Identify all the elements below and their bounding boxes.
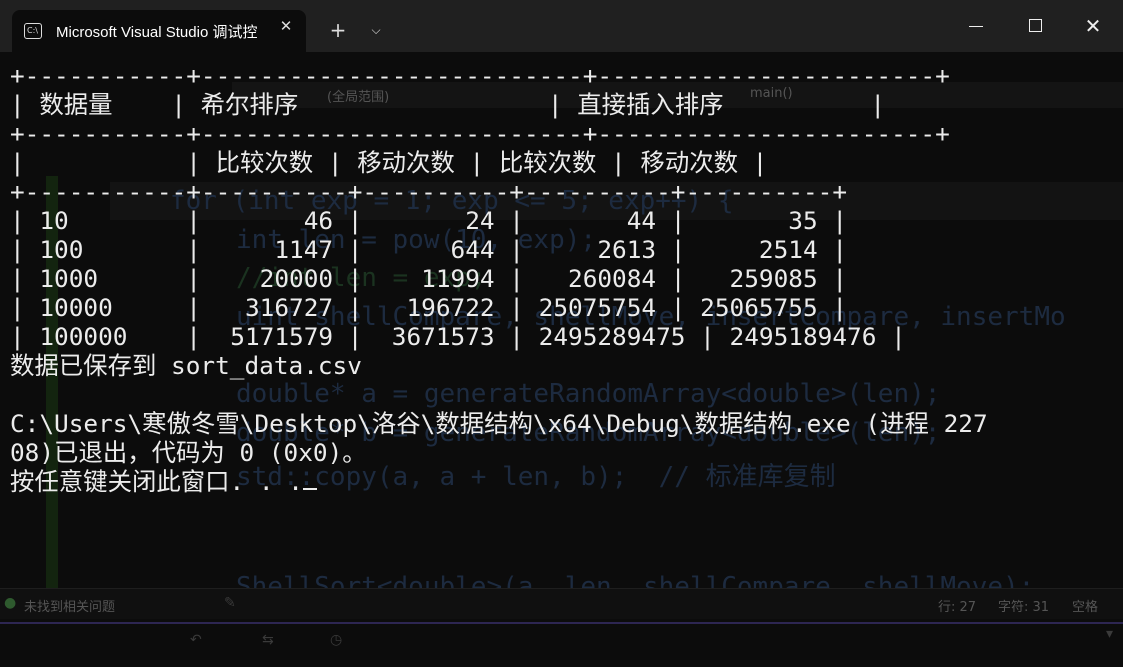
console-line: | | 比较次数 | 移动次数 | 比较次数 | 移动次数 | <box>10 148 768 177</box>
ide-status-bar: ● 未找到相关问题 ✎ 行: 27 字符: 31 空格 <box>0 588 1123 619</box>
close-window-button[interactable]: ✕ <box>1079 12 1107 40</box>
console-line: +-----------+--------------------------+… <box>10 61 950 90</box>
check-icon: ● <box>4 595 17 611</box>
brush-icon: ✎ <box>224 595 236 611</box>
line-status: 行: 27 <box>938 600 977 615</box>
console-line: | 10 | 46 | 24 | 44 | 35 | <box>10 206 848 235</box>
chevron-down-icon: ▾ <box>1106 626 1114 642</box>
clock-icon: ◷ <box>330 632 343 648</box>
console-line: 数据已保存到 sort_data.csv <box>10 351 362 380</box>
console-line: 按任意键关闭此窗口. . . <box>10 467 303 496</box>
text-cursor <box>302 468 317 490</box>
console-line: +-----------+----------+----------+-----… <box>10 177 848 206</box>
terminal-icon: C:\ <box>24 23 42 39</box>
char-status: 字符: 31 <box>998 600 1050 615</box>
maximize-button[interactable] <box>1021 12 1049 40</box>
console-line: +-----------+--------------------------+… <box>10 119 950 148</box>
new-tab-button[interactable]: + <box>328 20 348 40</box>
console-output[interactable]: +-----------+--------------------------+… <box>10 61 988 496</box>
console-line: | 数据量 | 希尔排序 | 直接插入排序 | <box>10 90 886 119</box>
wrap-icon: ⇆ <box>262 632 274 648</box>
issues-status: 未找到相关问题 <box>24 600 116 615</box>
console-line: C:\Users\寒傲冬雪\Desktop\洛谷\数据结构\x64\Debug\… <box>10 409 988 438</box>
ide-toolbar-ghost: ↶ ⇆ ◷ ▾ <box>0 624 1123 667</box>
console-line: 08)已退出，代码为 0 (0x0)。 <box>10 438 367 467</box>
console-line: | 10000 | 316727 | 196722 | 25075754 | 2… <box>10 293 848 322</box>
console-line: | 1000 | 20000 | 11994 | 260084 | 259085… <box>10 264 848 293</box>
tab-dropdown-icon[interactable]: ⌵ <box>366 20 386 40</box>
console-line: | 100 | 1147 | 644 | 2613 | 2514 | <box>10 235 848 264</box>
terminal-tab[interactable]: C:\ Microsoft Visual Studio 调试控 ✕ <box>12 10 306 52</box>
minimize-button[interactable] <box>962 12 990 40</box>
tab-close-icon[interactable]: ✕ <box>278 18 294 34</box>
console-line: | 100000 | 5171579 | 3671573 | 249528947… <box>10 322 906 351</box>
space-status: 空格 <box>1072 600 1099 615</box>
title-bar: C:\ Microsoft Visual Studio 调试控 ✕ + ⌵ ✕ <box>0 0 1123 52</box>
undo-icon: ↶ <box>190 632 202 648</box>
tab-title: Microsoft Visual Studio 调试控 <box>56 24 258 41</box>
